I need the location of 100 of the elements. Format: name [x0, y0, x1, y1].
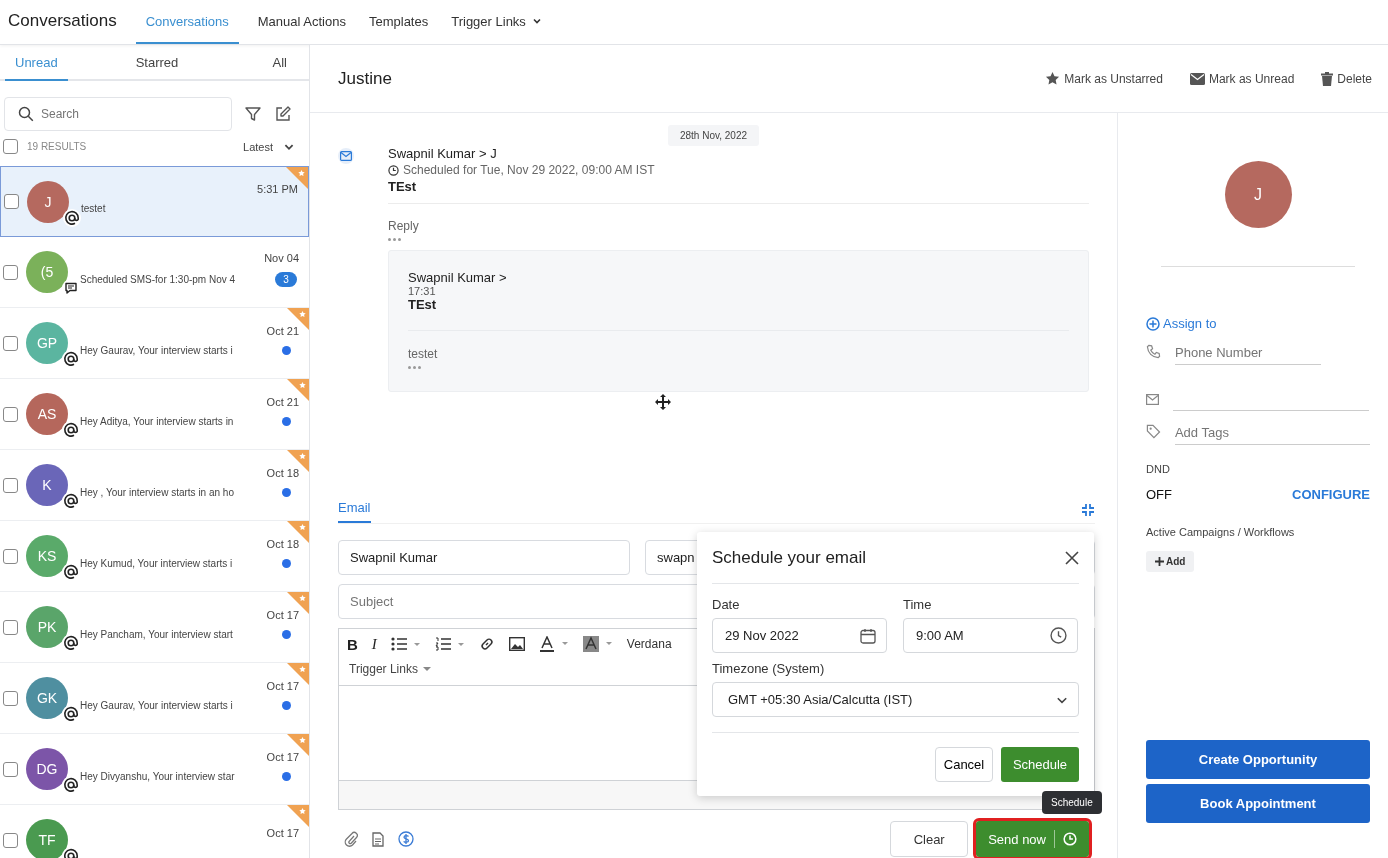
avatar: GP [26, 322, 68, 364]
conversation-item[interactable]: DG Oct 17 Hey Divyanshu, Your interview star [0, 734, 309, 805]
image-icon[interactable] [508, 637, 525, 651]
message-subject: TEst [388, 179, 1089, 204]
date-field[interactable]: 29 Nov 2022 [712, 618, 887, 653]
conversation-item[interactable]: TF Oct 17 [0, 805, 309, 858]
unread-count-badge: 3 [275, 271, 297, 287]
date-chip: 28th Nov, 2022 [667, 125, 760, 146]
message-subject: TEst [408, 297, 1069, 331]
list-tab[interactable]: Starred [125, 45, 189, 81]
row-checkbox[interactable] [3, 477, 18, 493]
conversation-time: Oct 21 [266, 324, 299, 337]
list-tab[interactable]: All [262, 45, 297, 81]
select-all-checkbox[interactable] [3, 139, 18, 154]
composer-tab[interactable]: Email [338, 496, 371, 523]
conversation-item[interactable]: KS Oct 18 Hey Kumud, Your interview starts i [0, 521, 309, 592]
assign-to-link[interactable]: Assign to [1146, 316, 1370, 331]
italic-button[interactable]: I [371, 635, 377, 653]
calendar-icon [860, 627, 876, 644]
avatar: (5 [26, 251, 68, 293]
row-checkbox[interactable] [3, 406, 18, 422]
time-label: Time [903, 597, 933, 612]
row-checkbox[interactable] [3, 264, 18, 280]
filter-icon[interactable] [244, 105, 262, 123]
font-dropdown[interactable]: Verdana [626, 637, 672, 651]
envelope-icon [1189, 72, 1205, 85]
envelope-icon [1146, 394, 1159, 405]
conversation-title: Justine [338, 68, 392, 89]
time-field[interactable]: 9:00 AM [903, 618, 1078, 653]
numbered-list-icon[interactable] [434, 637, 465, 651]
at-sign-icon [62, 563, 80, 581]
text-color-icon[interactable] [538, 636, 569, 652]
collapse-icon[interactable] [1081, 502, 1095, 517]
dialog-title: Schedule your email [712, 548, 867, 568]
dnd-status: OFF [1146, 487, 1172, 502]
conversation-item[interactable]: (5 Nov 04 Scheduled SMS-for 1:30-pm Nov 4 3 [0, 237, 309, 308]
header-action[interactable]: Delete [1321, 71, 1372, 86]
action-button[interactable]: Book Appointment [1146, 784, 1370, 823]
row-checkbox[interactable] [3, 335, 18, 351]
conversation-item[interactable]: GP Oct 21 Hey Gaurav, Your interview starts i [0, 308, 309, 379]
ellipsis-icon[interactable] [388, 238, 402, 241]
conversation-item[interactable]: PK Oct 17 Hey Pancham, Your interview start [0, 592, 309, 663]
conversation-item[interactable]: J 5:31 PM testet [0, 166, 309, 237]
row-checkbox[interactable] [3, 619, 18, 635]
contact-avatar: J [1224, 161, 1292, 228]
nav-tab[interactable]: Templates [358, 0, 439, 44]
message-preview: Scheduled SMS-for 1:30-pm Nov 4 [80, 273, 236, 285]
nav-tab[interactable]: Trigger Links [441, 0, 552, 44]
at-sign-icon [62, 421, 80, 439]
dollar-icon[interactable] [398, 831, 414, 847]
avatar: J [27, 180, 69, 223]
sort-dropdown[interactable]: Latest [243, 140, 295, 153]
document-icon[interactable] [372, 831, 384, 847]
dnd-label: DND [1146, 463, 1171, 475]
conversation-item[interactable]: AS Oct 21 Hey Aditya, Your interview starts in [0, 379, 309, 450]
row-checkbox[interactable] [3, 832, 18, 848]
conversation-time: Oct 18 [266, 466, 299, 479]
clock-icon [1050, 627, 1067, 644]
from-field[interactable]: Swapnil Kumar [338, 540, 630, 575]
conversation-time: Nov 04 [264, 251, 299, 264]
close-icon[interactable] [1065, 551, 1079, 565]
row-checkbox[interactable] [4, 194, 19, 209]
search-field[interactable]: Search [4, 97, 232, 131]
list-tab[interactable]: Unread [5, 45, 68, 81]
phone-field[interactable]: Phone Number [1175, 341, 1321, 365]
bold-button[interactable]: B [347, 635, 358, 653]
row-checkbox[interactable] [3, 761, 18, 777]
row-checkbox[interactable] [3, 548, 18, 564]
message-preview: Hey Gaurav, Your interview starts i [80, 344, 233, 356]
at-sign-icon [62, 705, 80, 723]
header-action[interactable]: Mark as Unstarred [1045, 71, 1163, 86]
add-button[interactable]: Add [1146, 551, 1195, 572]
conversation-time: Oct 21 [266, 395, 299, 408]
link-icon[interactable] [478, 636, 495, 652]
at-sign-icon [63, 208, 81, 227]
row-checkbox[interactable] [3, 690, 18, 706]
header-action[interactable]: Mark as Unread [1189, 71, 1295, 86]
action-button[interactable]: Create Opportunity [1146, 740, 1370, 779]
bullet-list-icon[interactable] [390, 637, 421, 651]
clear-button[interactable]: Clear [890, 821, 969, 857]
conversation-time: Oct 17 [266, 827, 299, 839]
timezone-dropdown[interactable]: GMT +05:30 Asia/Calcutta (IST) [712, 682, 1079, 717]
trigger-links-dropdown[interactable]: Trigger Links [349, 662, 431, 676]
compose-icon[interactable] [274, 105, 292, 123]
conversation-item[interactable]: K Oct 18 Hey , Your interview starts in an ho [0, 450, 309, 521]
tags-field[interactable]: Add Tags [1174, 421, 1370, 445]
clock-icon [388, 164, 399, 176]
schedule-button[interactable]: Schedule [1001, 747, 1079, 782]
send-now-button[interactable]: Send now [976, 821, 1089, 857]
configure-link[interactable]: CONFIGURE [1292, 487, 1370, 502]
conversation-item[interactable]: GK Oct 17 Hey Gaurav, Your interview starts i [0, 663, 309, 734]
cancel-button[interactable]: Cancel [935, 747, 993, 782]
message-body: testet [408, 347, 439, 361]
plus-circle-icon [1146, 316, 1160, 331]
nav-tab[interactable]: Manual Actions [247, 0, 356, 44]
highlight-color-icon[interactable] [582, 636, 613, 652]
paperclip-icon[interactable] [344, 831, 358, 847]
nav-tab[interactable]: Conversations [135, 0, 239, 44]
at-sign-icon [62, 492, 80, 510]
ellipsis-icon[interactable] [408, 366, 422, 369]
